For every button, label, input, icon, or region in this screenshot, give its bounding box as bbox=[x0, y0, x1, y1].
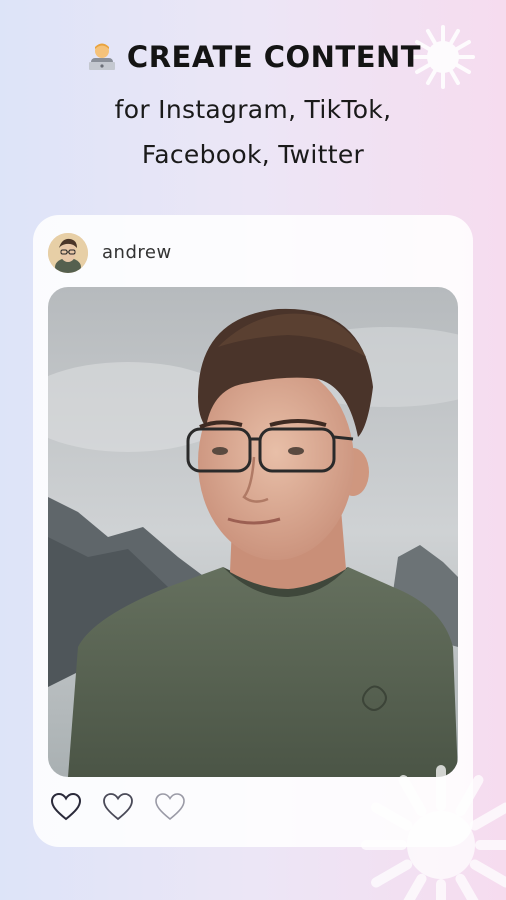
headline-subtitle-line-1: for Instagram, TikTok, bbox=[114, 95, 392, 124]
sparkle-decoration-icon bbox=[361, 765, 506, 900]
technologist-emoji-icon bbox=[88, 43, 115, 70]
portrait-photo bbox=[48, 287, 458, 777]
heart-outline-icon[interactable] bbox=[49, 790, 83, 824]
profile-avatar[interactable] bbox=[48, 233, 88, 273]
headline-title: CREATE CONTENT bbox=[126, 40, 422, 74]
heart-outline-icon[interactable] bbox=[101, 790, 135, 824]
post-actions bbox=[49, 790, 187, 824]
headline: CREATE CONTENT bbox=[0, 40, 506, 74]
headline-subtitle-line-2: Facebook, Twitter bbox=[141, 140, 365, 169]
post-card: andrew bbox=[33, 215, 473, 847]
post-username[interactable]: andrew bbox=[102, 242, 172, 263]
heart-outline-icon[interactable] bbox=[153, 790, 187, 824]
